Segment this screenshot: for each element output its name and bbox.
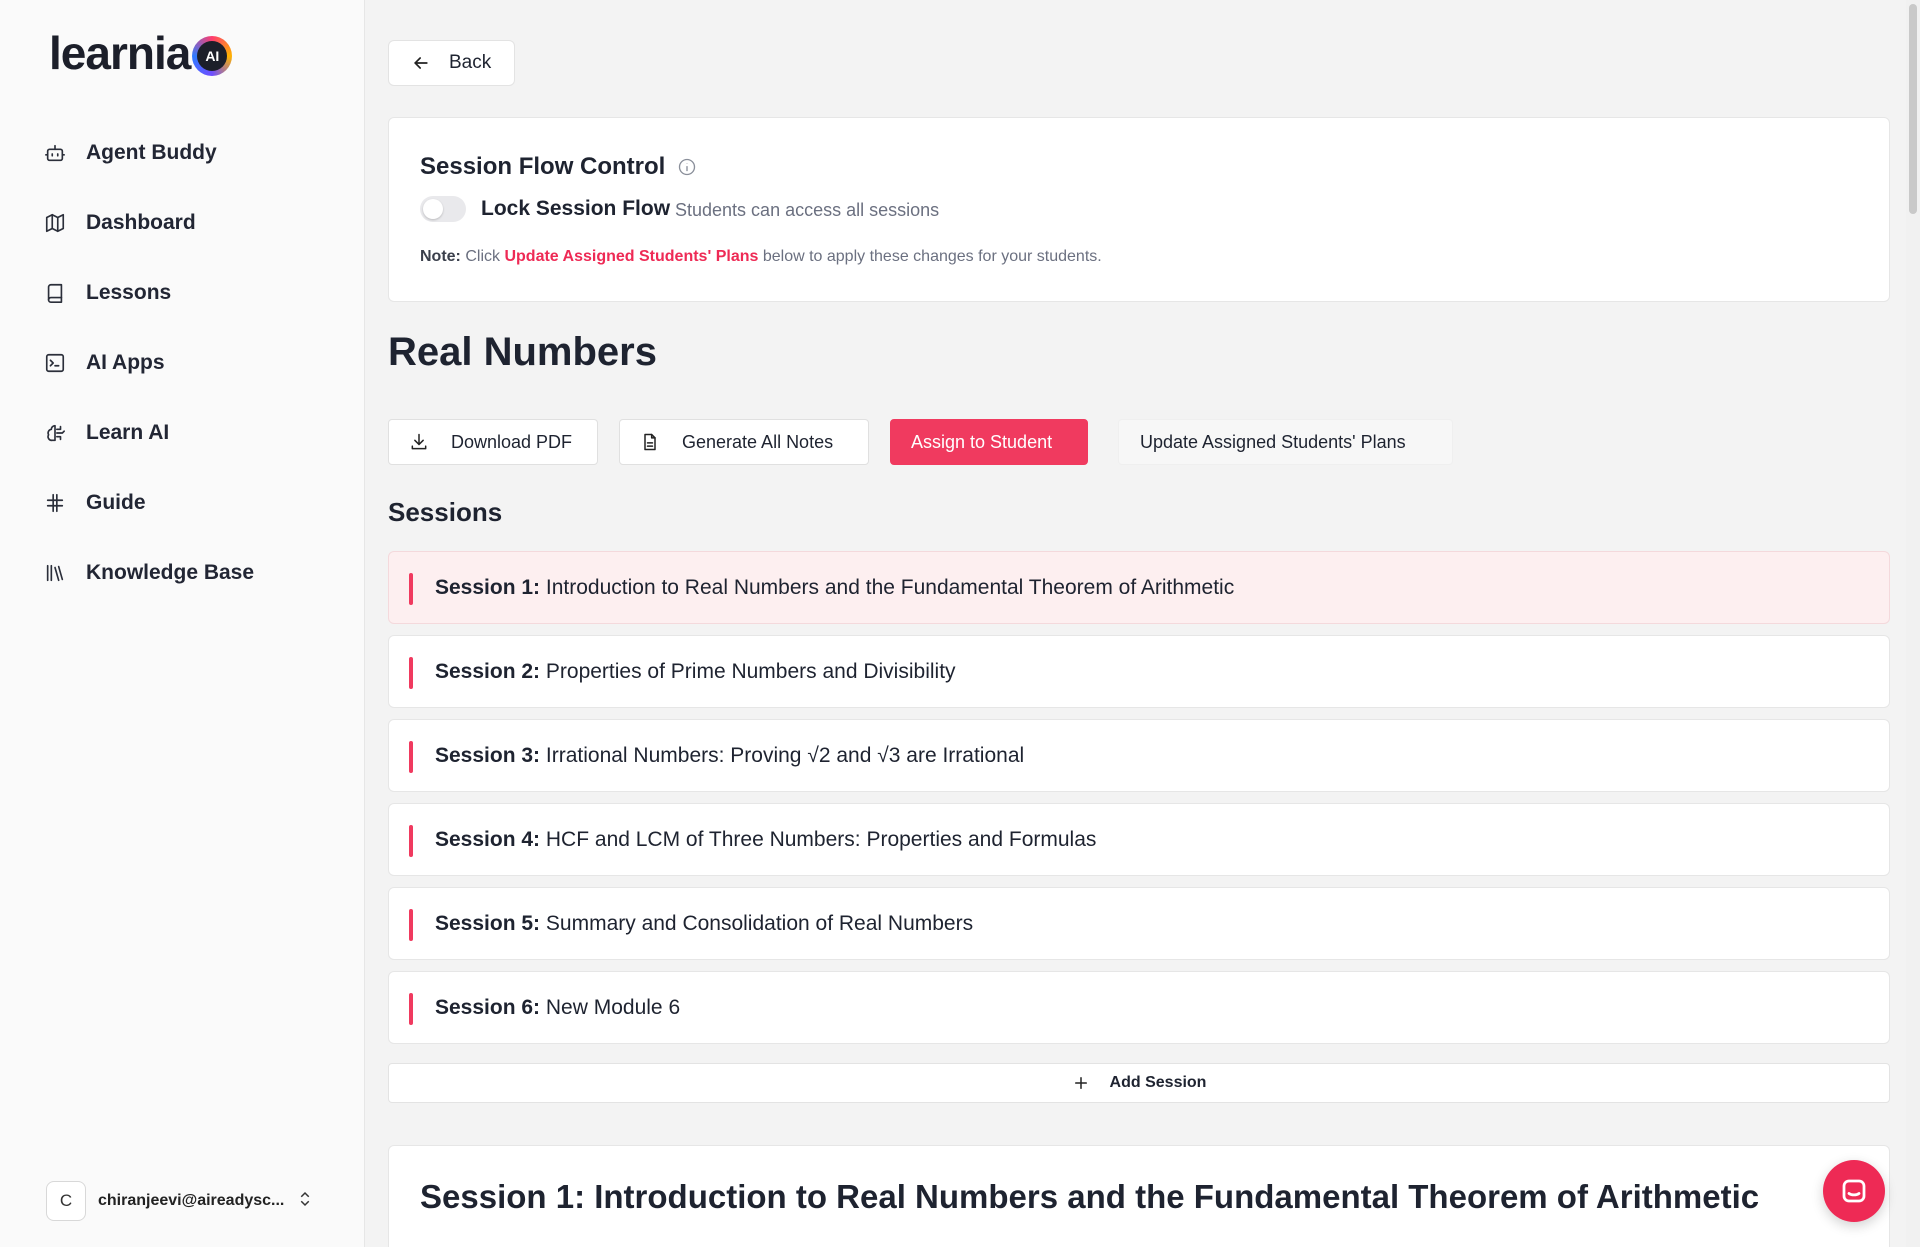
logo[interactable]: learnia AI — [49, 26, 233, 80]
session-item[interactable]: Session 5: Summary and Consolidation of … — [388, 887, 1890, 960]
sidebar-item-learn-ai[interactable]: Learn AI — [44, 398, 344, 468]
toggle-description: Students can access all sessions — [675, 200, 940, 220]
map-icon — [45, 213, 65, 233]
assign-to-student-button[interactable]: Assign to Student — [890, 419, 1088, 465]
generate-notes-button[interactable]: Generate All Notes — [619, 419, 869, 465]
chat-button[interactable] — [1823, 1160, 1885, 1222]
lock-session-toggle[interactable] — [420, 196, 466, 222]
bot-icon — [45, 144, 65, 162]
brain-icon — [47, 424, 65, 442]
session-accent-bar — [409, 825, 413, 857]
scrollbar-thumb[interactable] — [1909, 4, 1917, 214]
info-icon[interactable] — [677, 157, 697, 177]
sidebar-item-label: Guide — [86, 491, 146, 514]
download-pdf-button[interactable]: Download PDF — [388, 419, 598, 465]
session-item[interactable]: Session 4: HCF and LCM of Three Numbers:… — [388, 803, 1890, 876]
back-button[interactable]: Back — [388, 40, 515, 86]
sidebar-item-lessons[interactable]: Lessons — [44, 258, 344, 328]
avatar: C — [46, 1181, 86, 1221]
plus-icon — [1074, 1077, 1087, 1089]
terminal-icon — [45, 353, 65, 373]
sessions-heading: Sessions — [388, 497, 503, 527]
sidebar-item-label: Knowledge Base — [86, 561, 255, 584]
sidebar-nav: Agent Buddy Dashboard Lessons AI Apps Le… — [44, 118, 344, 608]
logo-text: learnia — [49, 27, 191, 79]
session-detail-title: Session 1: Introduction to Real Numbers … — [420, 1178, 1760, 1215]
ai-badge-icon: AI — [192, 36, 233, 76]
main-content: Back Session Flow Control Lock Session F… — [388, 0, 1890, 1247]
session-item[interactable]: Session 3: Irrational Numbers: Proving √… — [388, 719, 1890, 792]
scrollbar[interactable] — [1906, 0, 1920, 1247]
chevron-up-down-icon[interactable] — [296, 1190, 314, 1213]
sidebar-item-label: AI Apps — [86, 351, 165, 374]
toggle-label: Lock Session Flow — [481, 197, 671, 220]
sidebar-item-guide[interactable]: Guide — [44, 468, 344, 538]
update-plans-button[interactable]: Update Assigned Students' Plans — [1118, 419, 1453, 465]
add-session-button[interactable]: Add Session — [388, 1063, 1890, 1103]
session-item[interactable]: Session 2: Properties of Prime Numbers a… — [388, 635, 1890, 708]
page-title: Real Numbers — [388, 330, 657, 374]
sidebar-item-label: Learn AI — [86, 421, 170, 444]
user-menu[interactable]: C chiranjeevi@aireadysc... — [46, 1181, 314, 1221]
session-accent-bar — [409, 657, 413, 689]
arrow-left-icon — [413, 57, 428, 69]
chat-icon — [1842, 1179, 1866, 1203]
flow-note: Note: Click Update Assigned Students' Pl… — [420, 248, 1102, 265]
session-accent-bar — [409, 741, 413, 773]
library-icon — [46, 564, 64, 582]
session-flow-card: Session Flow Control Lock Session Flow S… — [388, 117, 1890, 302]
download-icon — [411, 433, 427, 450]
note-highlight: Update Assigned Students' Plans — [504, 248, 759, 265]
book-icon — [47, 283, 63, 303]
back-label: Back — [449, 52, 492, 73]
session-accent-bar — [409, 573, 413, 605]
flow-title: Session Flow Control — [420, 153, 697, 181]
sidebar-item-agent-buddy[interactable]: Agent Buddy — [44, 118, 344, 188]
session-item[interactable]: Session 6: New Module 6 — [388, 971, 1890, 1044]
sidebar-item-label: Lessons — [86, 281, 172, 304]
sidebar-item-label: Dashboard — [86, 211, 196, 234]
hash-icon — [46, 493, 64, 513]
session-accent-bar — [409, 993, 413, 1025]
sidebar-item-dashboard[interactable]: Dashboard — [44, 188, 344, 258]
sidebar-item-ai-apps[interactable]: AI Apps — [44, 328, 344, 398]
session-list: Session 1: Introduction to Real Numbers … — [388, 551, 1890, 1055]
sidebar: learnia AI Agent Buddy Dashboard Lessons… — [0, 0, 365, 1247]
action-bar: Download PDF Generate All Notes Assign t… — [388, 419, 1453, 465]
file-text-icon — [644, 433, 656, 451]
session-item[interactable]: Session 1: Introduction to Real Numbers … — [388, 551, 1890, 624]
sidebar-item-knowledge-base[interactable]: Knowledge Base — [44, 538, 344, 608]
session-accent-bar — [409, 909, 413, 941]
session-detail-card: Session 1: Introduction to Real Numbers … — [388, 1145, 1890, 1247]
user-email: chiranjeevi@aireadysc... — [98, 1192, 285, 1209]
sidebar-item-label: Agent Buddy — [86, 141, 217, 164]
